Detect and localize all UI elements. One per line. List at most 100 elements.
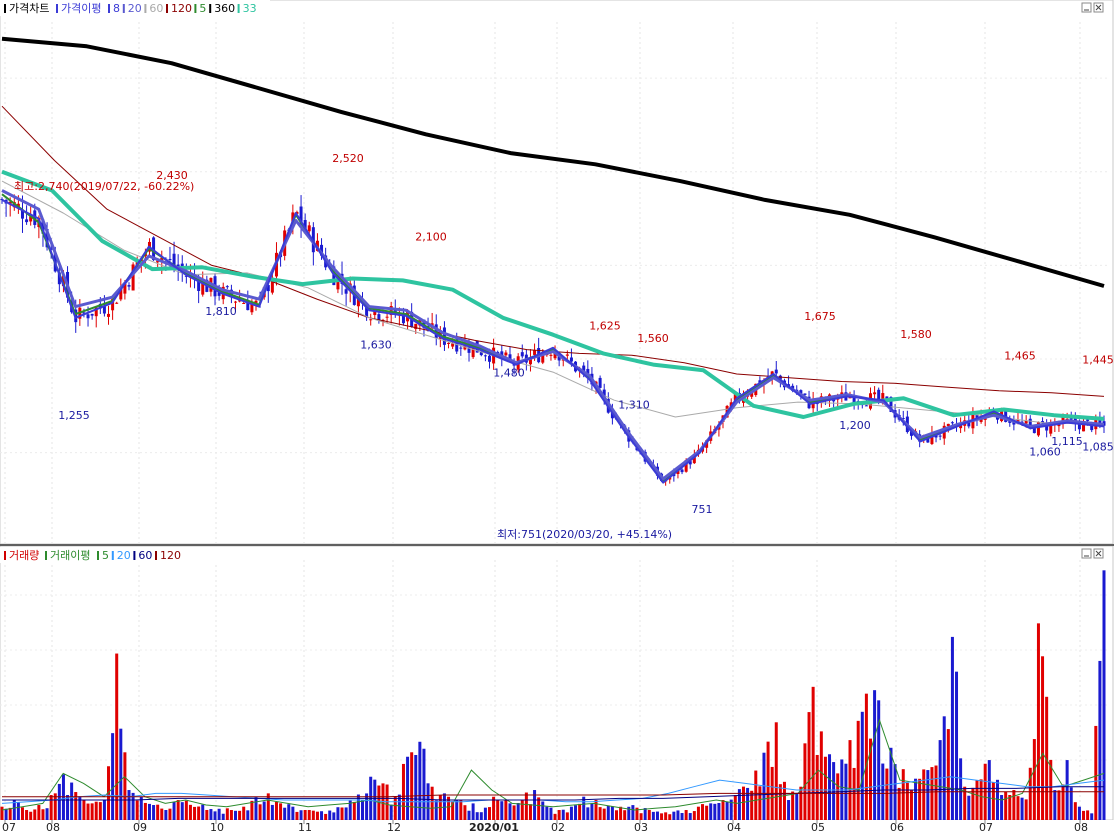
- volume-bar: [1053, 790, 1057, 820]
- legend-item[interactable]: 거래이평: [50, 549, 90, 562]
- volume-bar: [922, 769, 926, 820]
- legend-item[interactable]: 20: [128, 2, 142, 15]
- peak-label-high: 2,520: [332, 152, 364, 165]
- volume-bar: [205, 809, 209, 820]
- candle-body: [225, 286, 229, 288]
- volume-bar: [680, 813, 684, 820]
- candle-body: [520, 352, 524, 357]
- volume-panel-minimize-button[interactable]: [1081, 548, 1092, 559]
- volume-bar: [455, 800, 459, 820]
- time-axis-label: 07: [2, 821, 16, 833]
- legend-item[interactable]: 120: [160, 549, 181, 562]
- volume-bar: [881, 763, 885, 820]
- volume-bar: [16, 802, 20, 820]
- peak-label-low: 1,630: [360, 339, 392, 352]
- volume-bar: [279, 803, 283, 820]
- volume-bar: [119, 728, 123, 820]
- volume-bar: [967, 795, 971, 820]
- legend-item[interactable]: 가격차트: [9, 2, 49, 15]
- volume-bar: [4, 808, 8, 820]
- volume-bar: [905, 782, 909, 820]
- legend-swatch: [133, 551, 136, 560]
- stock-chart[interactable]: 2,430 2,520 2,100 1,625 1,560 1,675 1,580 1,465…: [0, 0, 1114, 834]
- volume-bar: [197, 806, 201, 820]
- candle-body: [344, 289, 348, 294]
- candle-body: [938, 435, 942, 437]
- volume-bar: [701, 804, 705, 820]
- candle-body: [598, 377, 602, 388]
- volume-bar: [467, 810, 471, 820]
- volume-legend[interactable]: 거래량 거래이평 5 20 60 120: [0, 547, 220, 563]
- volume-bar: [127, 790, 131, 820]
- volume-bar: [307, 809, 311, 820]
- price-panel-minimize-button[interactable]: [1081, 2, 1092, 13]
- legend-item[interactable]: 거래량: [9, 549, 39, 562]
- candle-body: [565, 354, 569, 356]
- legend-item[interactable]: 8: [113, 2, 120, 15]
- volume-bar: [0, 806, 4, 820]
- volume-bar: [500, 801, 504, 820]
- candle-body: [369, 319, 373, 321]
- volume-bar: [270, 804, 274, 820]
- volume-bar: [639, 813, 643, 820]
- volume-bar: [692, 811, 696, 820]
- volume-bar: [1036, 623, 1040, 820]
- volume-bar: [488, 807, 492, 820]
- price-legend[interactable]: 가격차트 가격이평 8 20 60 120 5 360 33: [0, 0, 270, 16]
- legend-item[interactable]: 120: [171, 2, 192, 15]
- volume-bar: [782, 781, 786, 820]
- volume-bar: [361, 799, 365, 820]
- volume-bar: [135, 800, 139, 820]
- volume-bar: [254, 796, 258, 820]
- volume-bar: [975, 780, 979, 820]
- volume-bar: [70, 782, 74, 820]
- legend-item[interactable]: 60: [149, 2, 163, 15]
- time-axis-label: 08: [1074, 821, 1088, 833]
- volume-bar: [164, 810, 168, 820]
- volume-bar: [246, 810, 250, 820]
- volume-bar: [168, 808, 172, 820]
- volume-bar: [787, 800, 791, 820]
- volume-bar: [274, 801, 278, 820]
- candle-body: [459, 347, 463, 349]
- volume-bar: [471, 803, 475, 820]
- volume-bar: [102, 800, 106, 820]
- volume-bar: [668, 814, 672, 820]
- volume-bar: [344, 807, 348, 820]
- volume-bar: [1098, 660, 1102, 820]
- legend-item[interactable]: 360: [214, 2, 235, 15]
- volume-bar: [741, 786, 745, 820]
- volume-bar: [520, 800, 524, 820]
- volume-panel-frame[interactable]: [0, 545, 1114, 821]
- legend-item[interactable]: 5: [102, 549, 109, 562]
- volume-bar: [418, 741, 422, 820]
- volume-bar: [98, 802, 102, 820]
- candle-body: [864, 405, 868, 407]
- volume-bar: [389, 804, 393, 820]
- time-axis-label: 08: [46, 821, 60, 833]
- volume-bar: [1008, 794, 1012, 820]
- legend-item[interactable]: 5: [199, 2, 206, 15]
- all-time-low-annotation: 최저:751(2020/03/20, +45.14%): [497, 528, 672, 541]
- volume-bar: [324, 813, 328, 820]
- volume-bar: [594, 800, 598, 820]
- legend-item[interactable]: 33: [243, 2, 257, 15]
- volume-bar: [234, 810, 238, 820]
- peak-label-high: 1,580: [900, 328, 932, 341]
- volume-bar: [1032, 739, 1036, 820]
- volume-bar: [803, 743, 807, 820]
- volume-bar: [610, 806, 614, 820]
- candle-body: [483, 355, 487, 357]
- legend-item[interactable]: 60: [138, 549, 152, 562]
- legend-item[interactable]: 20: [117, 549, 131, 562]
- volume-bar: [1102, 570, 1106, 820]
- volume-bar: [115, 653, 119, 820]
- legend-swatch: [209, 4, 212, 13]
- volume-bar: [315, 811, 319, 820]
- candle-body: [504, 352, 508, 356]
- legend-swatch: [97, 551, 99, 560]
- legend-item[interactable]: 가격이평: [61, 2, 101, 15]
- volume-bar: [434, 800, 438, 820]
- legend-swatch: [56, 4, 58, 13]
- peak-label-low: 751: [692, 503, 713, 516]
